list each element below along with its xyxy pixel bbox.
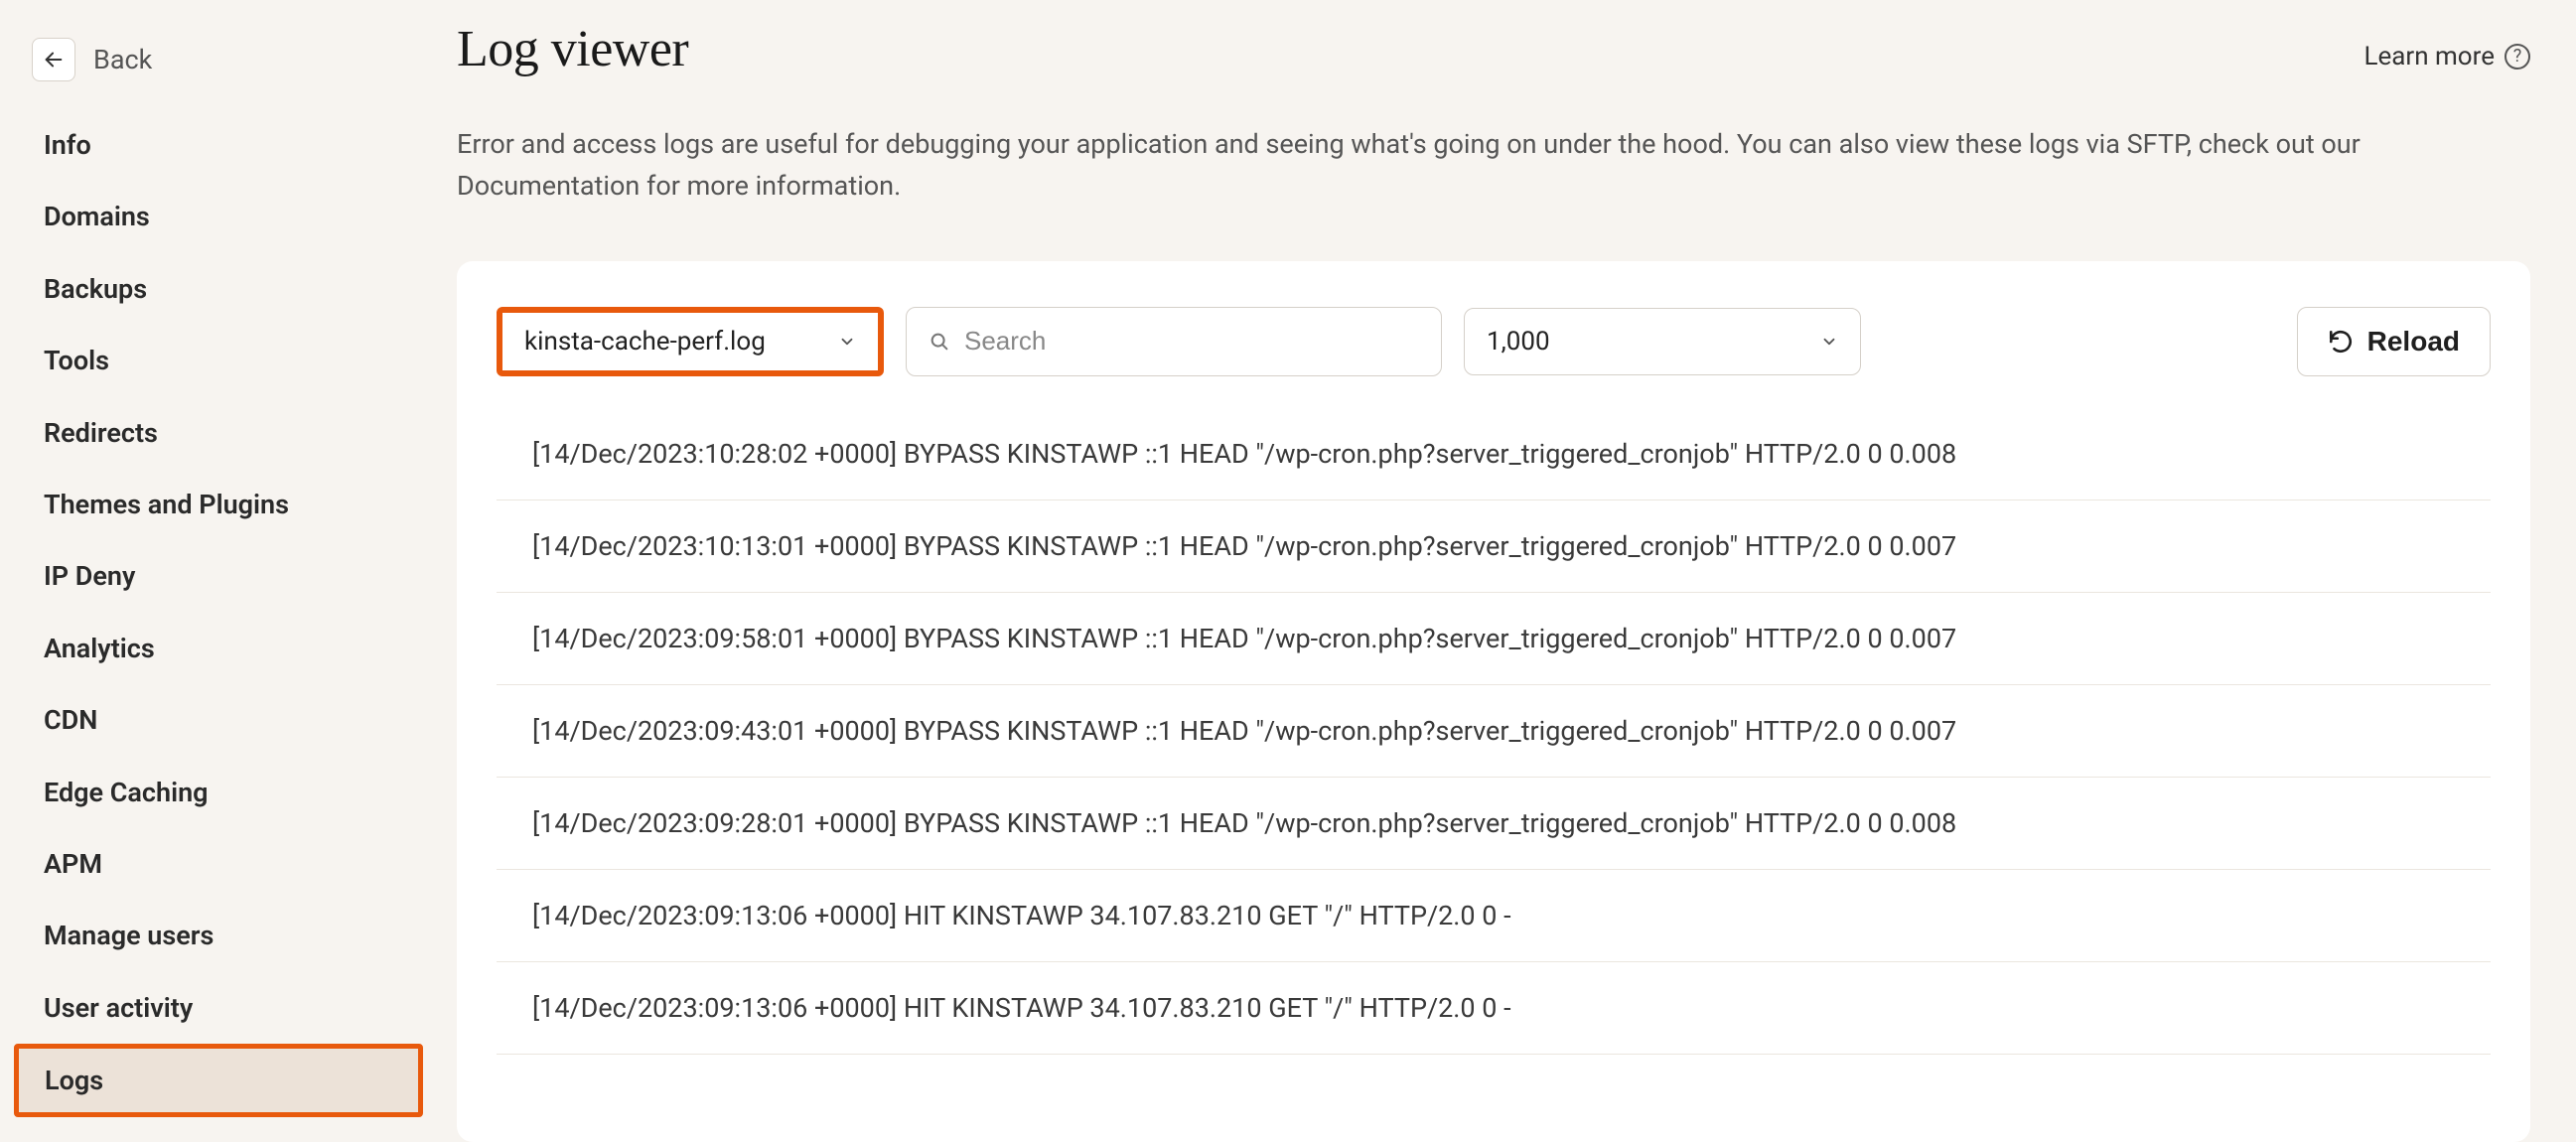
sidebar-item-tools[interactable]: Tools — [14, 325, 423, 396]
log-row: [14/Dec/2023:09:28:01 +0000] BYPASS KINS… — [497, 778, 2491, 870]
sidebar-item-label: Info — [44, 129, 91, 161]
reload-label: Reload — [2367, 326, 2460, 357]
sidebar-item-logs[interactable]: Logs — [14, 1044, 423, 1117]
page-title: Log viewer — [457, 20, 688, 78]
learn-more-label: Learn more — [2363, 42, 2495, 71]
log-row: [14/Dec/2023:10:13:01 +0000] BYPASS KINS… — [497, 500, 2491, 593]
log-row: [14/Dec/2023:09:13:06 +0000] HIT KINSTAW… — [497, 962, 2491, 1055]
header-row: Log viewer Learn more ? — [457, 20, 2530, 78]
reload-button[interactable]: Reload — [2297, 307, 2491, 376]
sidebar-item-info[interactable]: Info — [14, 109, 423, 181]
chevron-down-icon — [1820, 333, 1838, 351]
sidebar-item-edge-caching[interactable]: Edge Caching — [14, 757, 423, 828]
line-count-value: 1,000 — [1487, 327, 1550, 357]
sidebar-item-themes-and-plugins[interactable]: Themes and Plugins — [14, 469, 423, 540]
back-label[interactable]: Back — [93, 44, 152, 75]
sidebar-item-user-activity[interactable]: User activity — [14, 972, 423, 1044]
back-row: Back — [14, 30, 423, 109]
log-row: [14/Dec/2023:09:43:01 +0000] BYPASS KINS… — [497, 685, 2491, 778]
sidebar-item-domains[interactable]: Domains — [14, 181, 423, 252]
sidebar-item-label: CDN — [44, 704, 97, 736]
sidebar-item-manage-users[interactable]: Manage users — [14, 900, 423, 971]
sidebar-item-label: Tools — [44, 345, 109, 376]
reload-icon — [2328, 329, 2354, 355]
sidebar-item-label: IP Deny — [44, 560, 135, 592]
log-file-select[interactable]: kinsta-cache-perf.log — [502, 313, 878, 370]
log-file-select-value: kinsta-cache-perf.log — [524, 327, 766, 357]
sidebar-item-ip-deny[interactable]: IP Deny — [14, 540, 423, 612]
sidebar-item-apm[interactable]: APM — [14, 828, 423, 900]
sidebar-item-cdn[interactable]: CDN — [14, 684, 423, 756]
log-file-select-highlight: kinsta-cache-perf.log — [497, 307, 884, 376]
page-description: Error and access logs are useful for deb… — [457, 124, 2493, 208]
sidebar: Back Info Domains Backups Tools Redirects The… — [0, 0, 437, 1142]
help-icon: ? — [2504, 44, 2530, 70]
sidebar-item-label: Edge Caching — [44, 777, 209, 808]
arrow-left-icon — [43, 49, 65, 71]
log-row: [14/Dec/2023:09:58:01 +0000] BYPASS KINS… — [497, 593, 2491, 685]
sidebar-item-label: Analytics — [44, 633, 155, 664]
main-content: Log viewer Learn more ? Error and access… — [437, 0, 2576, 1142]
sidebar-item-label: Domains — [44, 201, 150, 232]
chevron-down-icon — [838, 333, 856, 351]
sidebar-item-redirects[interactable]: Redirects — [14, 397, 423, 469]
sidebar-item-label: APM — [44, 848, 102, 880]
sidebar-item-label: Redirects — [44, 417, 158, 449]
sidebar-nav: Info Domains Backups Tools Redirects Themes a… — [14, 109, 423, 1117]
sidebar-item-label: Themes and Plugins — [44, 489, 289, 520]
sidebar-item-label: Backups — [44, 273, 147, 305]
learn-more-link[interactable]: Learn more ? — [2363, 42, 2530, 71]
sidebar-item-label: User activity — [44, 992, 193, 1024]
sidebar-item-analytics[interactable]: Analytics — [14, 613, 423, 684]
sidebar-item-backups[interactable]: Backups — [14, 253, 423, 325]
log-row: [14/Dec/2023:10:28:02 +0000] BYPASS KINS… — [497, 416, 2491, 500]
search-icon — [929, 331, 950, 353]
back-button[interactable] — [32, 38, 75, 81]
line-count-select[interactable]: 1,000 — [1464, 308, 1861, 375]
sidebar-item-label: Logs — [45, 1065, 103, 1096]
log-row: [14/Dec/2023:09:13:06 +0000] HIT KINSTAW… — [497, 870, 2491, 962]
log-list: [14/Dec/2023:10:28:02 +0000] BYPASS KINS… — [497, 416, 2491, 1055]
search-box[interactable] — [906, 307, 1442, 376]
search-input[interactable] — [964, 326, 1419, 357]
log-panel: kinsta-cache-perf.log 1,000 — [457, 261, 2530, 1142]
controls-row: kinsta-cache-perf.log 1,000 — [497, 307, 2491, 376]
sidebar-item-label: Manage users — [44, 920, 214, 951]
